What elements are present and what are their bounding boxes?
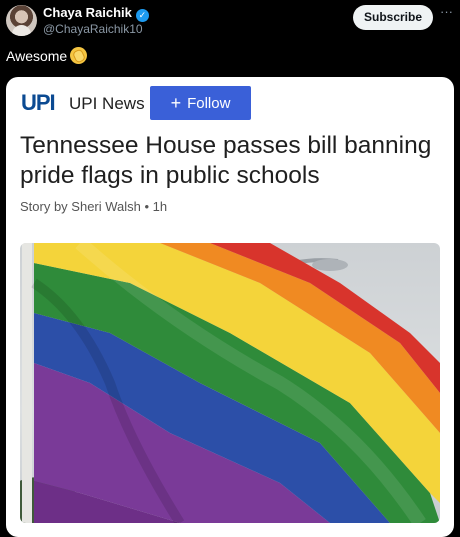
tweet-text: Awesome xyxy=(6,47,88,65)
plus-icon: + xyxy=(170,93,182,113)
article-byline: Story by Sheri Walsh • 1h xyxy=(20,199,168,214)
avatar[interactable] xyxy=(6,5,37,36)
pride-flag-illustration xyxy=(20,243,440,523)
outlet-name[interactable]: UPI News xyxy=(69,93,145,115)
article-headline[interactable]: Tennessee House passes bill banning prid… xyxy=(20,131,445,191)
article-card[interactable]: UPI UPI News + Follow Tennessee House pas… xyxy=(6,77,454,537)
clapping-hands-emoji-icon xyxy=(70,47,88,64)
author-name[interactable]: Chaya Raichik xyxy=(43,5,132,20)
subscribe-button[interactable]: Subscribe xyxy=(353,5,433,30)
tweet-text-content: Awesome xyxy=(6,48,68,64)
article-image[interactable] xyxy=(20,243,440,523)
author-name-row[interactable]: Chaya Raichik ✓ xyxy=(43,5,149,22)
tweet-header: Chaya Raichik ✓ @ChayaRaichik10 Subscribe… xyxy=(0,0,460,42)
follow-label: Follow xyxy=(187,95,231,112)
author-handle[interactable]: @ChayaRaichik10 xyxy=(43,22,143,36)
more-options-icon[interactable]: ··· xyxy=(440,4,453,19)
verified-badge-icon: ✓ xyxy=(135,9,149,22)
follow-button[interactable]: + Follow xyxy=(150,86,251,120)
upi-logo: UPI xyxy=(21,90,56,115)
